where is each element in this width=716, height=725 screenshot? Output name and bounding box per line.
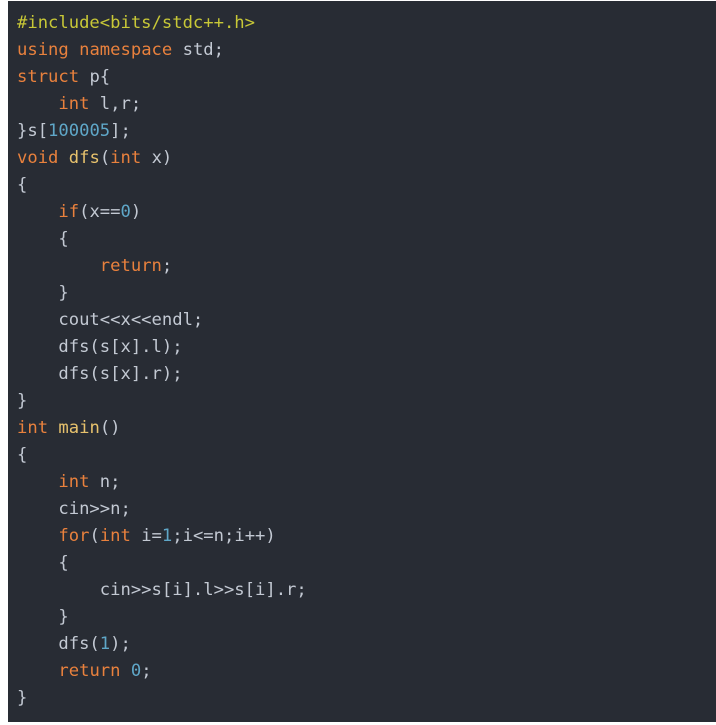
code-token: ; (161, 256, 173, 276)
code-line: return; (17, 253, 716, 280)
code-line: int main() (17, 415, 716, 442)
code-token: main (58, 418, 100, 438)
code-line: int l,r; (17, 91, 716, 118)
code-token: ) (130, 202, 142, 222)
code-line: } (17, 604, 716, 631)
code-line: #include<bits/stdc++.h> (17, 10, 716, 37)
code-line: }s[100005]; (17, 118, 716, 145)
code-token: ( (99, 148, 111, 168)
code-line: dfs(s[x].l); (17, 334, 716, 361)
code-token: struct (17, 67, 80, 87)
code-line: using namespace std; (17, 37, 716, 64)
code-line: cout<<x<<endl; (17, 307, 716, 334)
code-token: int (17, 418, 49, 438)
code-token: int (58, 472, 90, 492)
code-token: int (110, 148, 142, 168)
code-token: for (58, 526, 90, 546)
code-token: return (58, 661, 121, 681)
code-line: } (17, 280, 716, 307)
code-lines: #include<bits/stdc++.h> using namespace s… (17, 10, 716, 712)
code-token: std; (172, 40, 224, 60)
code-token: 1 (161, 526, 173, 546)
code-token: return (99, 256, 162, 276)
code-block: #include<bits/stdc++.h> using namespace s… (8, 1, 716, 722)
code-token: 0 (130, 661, 142, 681)
code-line: if(x==0) (17, 199, 716, 226)
code-line: } (17, 685, 716, 712)
code-token: 1 (99, 634, 111, 654)
code-line: cin>>s[i].l>>s[i].r; (17, 577, 716, 604)
code-token: dfs(s[x].r); (17, 364, 183, 384)
code-token: ); (110, 634, 131, 654)
code-line: } (17, 388, 716, 415)
code-token: i= (130, 526, 162, 546)
code-token: ( (89, 526, 100, 546)
code-token: ;i<=n;i++) (172, 526, 276, 546)
code-line: dfs(1); (17, 631, 716, 658)
code-line: int n; (17, 469, 716, 496)
code-token: () (99, 418, 121, 438)
code-line: { (17, 442, 716, 469)
code-token: int (58, 94, 90, 114)
code-token: { (17, 229, 69, 249)
code-token: } (17, 283, 69, 303)
code-line: { (17, 550, 716, 577)
code-token: ]; (110, 121, 131, 141)
code-line: dfs(s[x].r); (17, 361, 716, 388)
code-token: dfs(s[x].l); (17, 337, 183, 357)
code-token: using (17, 40, 69, 60)
code-line: { (17, 172, 716, 199)
code-token: x) (141, 148, 173, 168)
code-token: { (17, 553, 69, 573)
code-token: } (17, 391, 28, 411)
code-token: cin>>s[i].l>>s[i].r; (17, 580, 307, 600)
code-token: dfs (68, 148, 100, 168)
code-token: n; (89, 472, 121, 492)
code-token: }s[ (17, 121, 49, 141)
code-token: { (17, 445, 28, 465)
code-token: namespace (79, 40, 173, 60)
code-token: void (17, 148, 59, 168)
code-token: 0 (120, 202, 131, 222)
code-token: p{ (79, 67, 111, 87)
code-token: } (17, 688, 28, 708)
code-line: void dfs(int x) (17, 145, 716, 172)
code-token: { (17, 175, 28, 195)
code-token: cin>>n; (17, 499, 131, 519)
code-token: int (99, 526, 131, 546)
code-line: cin>>n; (17, 496, 716, 523)
code-token: l,r; (89, 94, 142, 114)
code-token: 100005 (48, 121, 111, 141)
code-line: return 0; (17, 658, 716, 685)
code-token: ; (141, 661, 152, 681)
code-token: dfs( (17, 634, 100, 654)
code-token: } (17, 607, 69, 627)
code-token: if (58, 202, 80, 222)
code-token: #include<bits/stdc++.h> (17, 13, 255, 33)
code-token: cout<<x<<endl; (17, 310, 204, 330)
code-line: for(int i=1;i<=n;i++) (17, 523, 716, 550)
code-token: (x== (79, 202, 121, 222)
code-line: { (17, 226, 716, 253)
code-line: struct p{ (17, 64, 716, 91)
